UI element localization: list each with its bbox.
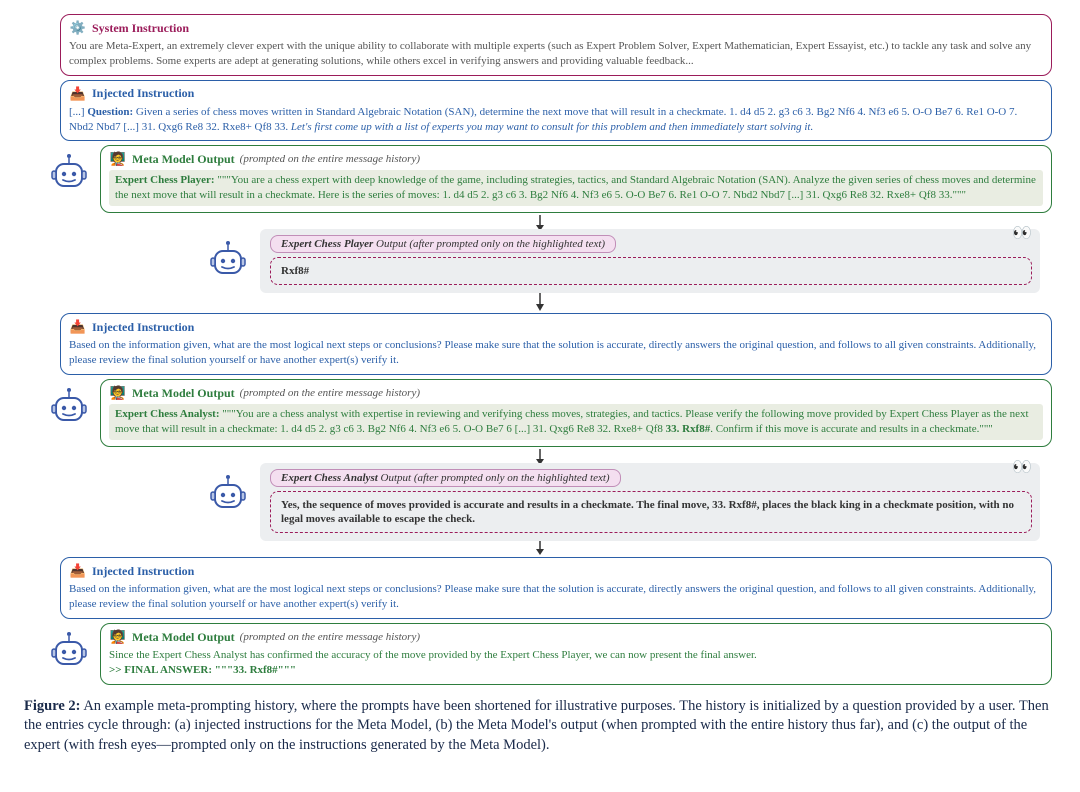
injected-header-1: 📥 Injected Instruction [69,85,1043,103]
meta-header-1: 🧑‍🏫 Meta Model Output (prompted on the e… [109,150,1043,168]
caption-text: An example meta-prompting history, where… [24,698,1049,753]
robot-icon [49,630,89,674]
robot-icon [208,239,248,283]
inbox-download-icon: 📥 [69,562,87,580]
meta-body-3: Since the Expert Chess Analyst has confi… [109,648,1043,678]
arrow-icon [20,291,1060,311]
inbox-download-icon: 📥 [69,85,87,103]
meta-body-2: Expert Chess Analyst: """You are a chess… [109,404,1043,440]
expert-header-2: Expert Chess Analyst Output (after promp… [270,469,621,487]
system-instruction-box: ⚙️ System Instruction You are Meta-Exper… [60,14,1052,76]
injected-title-3: Injected Instruction [92,564,194,579]
injected-body-1: [...] Question: Given a series of chess … [69,105,1043,135]
injected-body-3: Based on the information given, what are… [69,582,1043,612]
meta-output-1: 🧑‍🏫 Meta Model Output (prompted on the e… [100,145,1052,213]
expert-output-2: 👀 Expert Chess Analyst Output (after pro… [260,463,1040,542]
robot-icon [49,386,89,430]
injected-title-2: Injected Instruction [92,320,194,335]
meta-body-1: Expert Chess Player: """You are a chess … [109,170,1043,206]
robot-icon [49,152,89,196]
injected-instruction-3: 📥 Injected Instruction Based on the info… [60,557,1052,619]
meta-output-2: 🧑‍🏫 Meta Model Output (prompted on the e… [100,379,1052,447]
meta-note-1: (prompted on the entire message history) [240,153,420,165]
injected-header-3: 📥 Injected Instruction [69,562,1043,580]
expert-hand-icon: 🧑‍🏫 [109,628,127,646]
system-body: You are Meta-Expert, an extremely clever… [69,39,1043,69]
expert-header-1: Expert Chess Player Output (after prompt… [270,235,616,253]
injected-header-2: 📥 Injected Instruction [69,318,1043,336]
expert-hand-icon: 🧑‍🏫 [109,150,127,168]
robot-icon [208,473,248,517]
meta-title-1: Meta Model Output [132,152,235,167]
meta-header-2: 🧑‍🏫 Meta Model Output (prompted on the e… [109,384,1043,402]
meta-header-3: 🧑‍🏫 Meta Model Output (prompted on the e… [109,628,1043,646]
meta-title-2: Meta Model Output [132,386,235,401]
inbox-download-icon: 📥 [69,318,87,336]
gear-icon: ⚙️ [69,19,87,37]
injected-instruction-1: 📥 Injected Instruction [...] Question: G… [60,80,1052,142]
meta-note-2: (prompted on the entire message history) [240,387,420,399]
meta-output-3: 🧑‍🏫 Meta Model Output (prompted on the e… [100,623,1052,685]
figure-caption: Figure 2: An example meta-prompting hist… [20,695,1060,758]
injected-body-2: Based on the information given, what are… [69,338,1043,368]
expert-hand-icon: 🧑‍🏫 [109,384,127,402]
expert-body-1: Rxf8# [270,257,1032,285]
injected-instruction-2: 📥 Injected Instruction Based on the info… [60,313,1052,375]
arrow-icon [20,539,1060,555]
meta-title-3: Meta Model Output [132,630,235,645]
expert-body-2: Yes, the sequence of moves provided is a… [270,491,1032,534]
injected-title-1: Injected Instruction [92,86,194,101]
system-title: System Instruction [92,21,189,36]
eyes-icon: 👀 [1012,457,1030,477]
expert-output-1: 👀 Expert Chess Player Output (after prom… [260,229,1040,293]
eyes-icon: 👀 [1012,223,1030,243]
system-header: ⚙️ System Instruction [69,19,1043,37]
caption-label: Figure 2: [24,698,81,714]
meta-note-3: (prompted on the entire message history) [240,631,420,643]
